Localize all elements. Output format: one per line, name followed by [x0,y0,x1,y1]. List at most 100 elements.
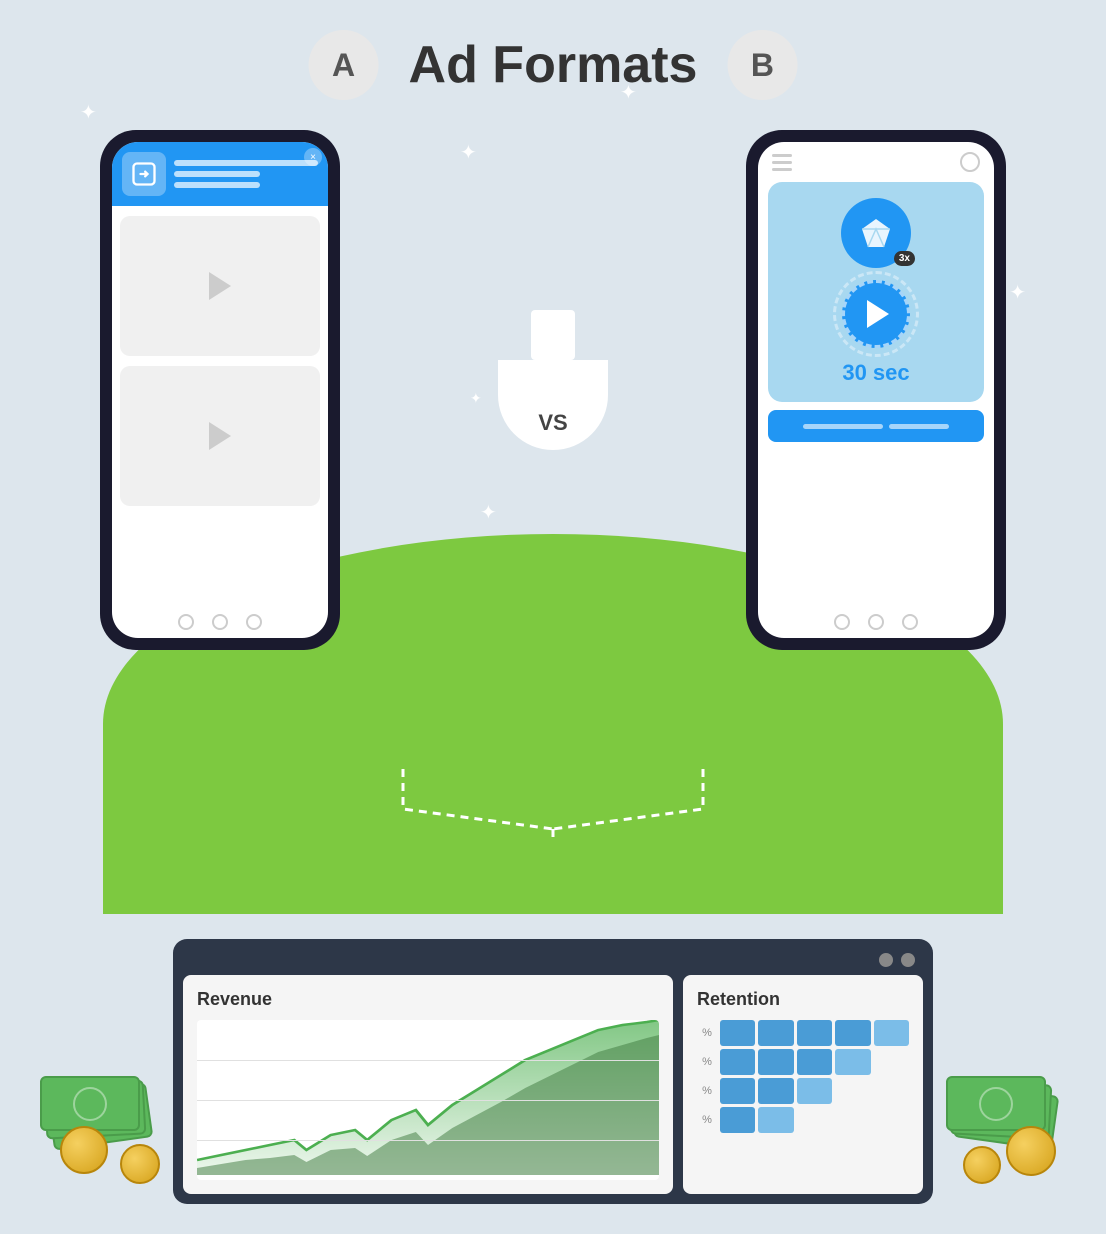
ret-cell [720,1049,755,1075]
signin-icon [130,160,158,188]
phone-nav-bar [112,614,328,630]
phone-b-topbar [758,142,994,182]
ret-cell [874,1107,909,1133]
dashboard-panels: Revenue [183,975,923,1194]
diamond-icon [856,213,896,253]
bill-3 [40,1076,140,1131]
ret-cell [835,1107,870,1133]
revenue-panel: Revenue [183,975,673,1194]
flask-bottom: VS [498,360,608,450]
ad-line-2 [174,171,260,177]
dashed-arrows [303,759,803,839]
b-nav-dot-1 [834,614,850,630]
money-left [40,1074,160,1154]
ret-cell [797,1078,832,1104]
content-block-1 [120,216,320,356]
ret-cell [874,1049,909,1075]
avatar-icon [960,152,980,172]
phone-a-screen: × [112,142,328,638]
revenue-chart [197,1020,659,1180]
retention-panel: Retention % % % [683,975,923,1194]
phone-a-body: × [100,130,340,650]
ad-line-3 [174,182,260,188]
vs-label: VS [538,410,567,436]
diamond-reward: 3x [841,198,911,268]
grid-line [197,1060,659,1061]
ret-cell [835,1078,870,1104]
b-nav-dot-2 [868,614,884,630]
ad-text-lines [174,160,318,188]
ad-icon [122,152,166,196]
ret-cell [758,1107,793,1133]
bar-line-2 [889,424,949,429]
analytics-dashboard: Revenue [173,939,933,1204]
menu-icon [772,154,792,171]
ret-cell [874,1078,909,1104]
phone-b-nav-bar [758,614,994,630]
close-icon: × [310,152,316,163]
play-triangle-icon [867,300,889,328]
coin-4 [963,1146,1001,1184]
coin-2 [120,1144,160,1184]
a-label: A [332,47,355,84]
label-a-circle: A [309,30,379,100]
duration-label: 30 sec [842,360,909,386]
reward-area: 3x 30 sec [768,182,984,402]
ret-cell [797,1049,832,1075]
money-right [946,1074,1066,1154]
play-icon-2 [209,422,231,450]
menu-line [772,168,792,171]
percent-label: % [697,1020,717,1046]
ret-cell [758,1020,793,1046]
ret-cell [835,1049,870,1075]
play-button[interactable] [842,280,910,348]
ret-cell [720,1078,755,1104]
play-icon [209,272,231,300]
bar-line-1 [803,424,883,429]
nav-dot-1 [178,614,194,630]
menu-line [772,154,792,157]
coin-1 [60,1126,108,1174]
window-dot-1 [879,953,893,967]
phone-b: 3x 30 sec [746,130,1006,650]
ret-cell [797,1107,832,1133]
coin-3 [1006,1126,1056,1176]
nav-dot-3 [246,614,262,630]
percent-label: % [697,1107,717,1133]
label-b-circle: B [727,30,797,100]
percent-label: % [697,1078,717,1104]
phone-b-body: 3x 30 sec [746,130,1006,650]
multiplier-badge: 3x [894,251,915,266]
retention-title: Retention [697,989,909,1010]
revenue-title: Revenue [197,989,659,1010]
close-button[interactable]: × [304,148,322,166]
b-label: B [751,47,774,84]
grid-line [197,1100,659,1101]
retention-grid: % % % % [697,1020,909,1133]
bill-6 [946,1076,1046,1131]
grid-line [197,1140,659,1141]
menu-line [772,161,792,164]
phone-a: × [100,130,340,650]
nav-dot-2 [212,614,228,630]
header: A Ad Formats B [309,30,798,100]
ret-cell [874,1020,909,1046]
ret-cell [758,1049,793,1075]
phone-b-screen: 3x 30 sec [758,142,994,638]
action-bar [768,410,984,442]
content-block-2 [120,366,320,506]
ret-cell [835,1020,870,1046]
page-title: Ad Formats [409,35,698,95]
ad-banner: × [112,142,328,206]
ret-cell [758,1078,793,1104]
percent-label: % [697,1049,717,1075]
ret-cell [720,1020,755,1046]
window-titlebar [183,949,923,975]
window-dot-2 [901,953,915,967]
vs-flask: VS [498,310,608,450]
b-nav-dot-3 [902,614,918,630]
ret-cell [797,1020,832,1046]
flask-neck [531,310,575,360]
ad-line-1 [174,160,318,166]
flask-shape: VS [498,310,608,450]
